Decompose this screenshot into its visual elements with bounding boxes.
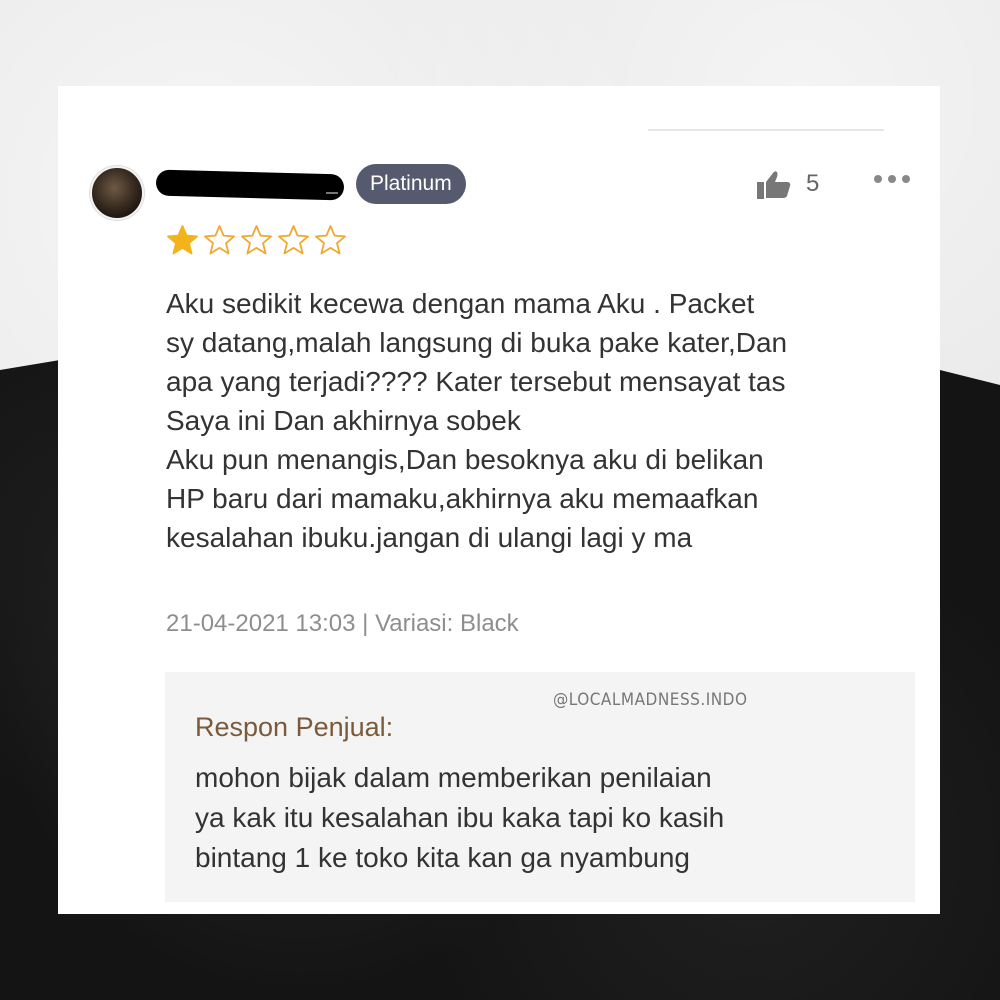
membership-badge: Platinum — [356, 164, 466, 204]
seller-response-label: Respon Penjual: — [195, 712, 394, 742]
review-line: kesalahan ibuku.jangan di ulangi lagi y … — [166, 522, 693, 553]
seller-response-line: ya kak itu kesalahan ibu kaka tapi ko ka… — [195, 802, 725, 833]
more-dot — [902, 175, 910, 183]
star-filled-icon — [167, 225, 198, 255]
divider — [648, 129, 884, 131]
watermark: @LOCALMADNESS.INDO — [553, 690, 748, 710]
review-body: Aku sedikit kecewa dengan mama Aku . Pac… — [166, 284, 926, 557]
like-count: 5 — [806, 170, 820, 197]
username-remnant — [326, 186, 338, 194]
review-meta: 21-04-2021 13:03 | Variasi: Black — [166, 610, 519, 637]
star-empty-icon — [278, 225, 309, 255]
seller-response-body: mohon bijak dalam memberikan penilaian ya… — [195, 758, 895, 878]
review-line: Aku pun menangis,Dan besoknya aku di bel… — [166, 444, 764, 475]
review-card: Platinum 5 Aku sedikit kecewa dengan mam… — [58, 86, 940, 914]
seller-response-line: mohon bijak dalam memberikan penilaian — [195, 762, 712, 793]
more-horizontal-icon[interactable] — [874, 172, 918, 186]
star-empty-icon — [204, 225, 235, 255]
seller-response-line: bintang 1 ke toko kita kan ga nyambung — [195, 842, 691, 873]
avatar[interactable] — [90, 166, 144, 220]
thumbs-up-icon[interactable] — [756, 170, 792, 200]
username-redaction — [155, 169, 345, 201]
review-line: Aku sedikit kecewa dengan mama Aku . Pac… — [166, 288, 755, 319]
review-line: Saya ini Dan akhirnya sobek — [166, 405, 521, 436]
star-empty-icon — [241, 225, 272, 255]
more-dot — [874, 175, 882, 183]
star-empty-icon — [315, 225, 346, 255]
more-dot — [888, 175, 896, 183]
review-line: apa yang terjadi???? Kater tersebut mens… — [166, 366, 786, 397]
star-rating — [166, 224, 347, 257]
review-line: HP baru dari mamaku,akhirnya aku memaafk… — [166, 483, 759, 514]
seller-response-box: @LOCALMADNESS.INDO Respon Penjual: mohon… — [165, 672, 915, 902]
review-line: sy datang,malah langsung di buka pake ka… — [166, 327, 788, 358]
